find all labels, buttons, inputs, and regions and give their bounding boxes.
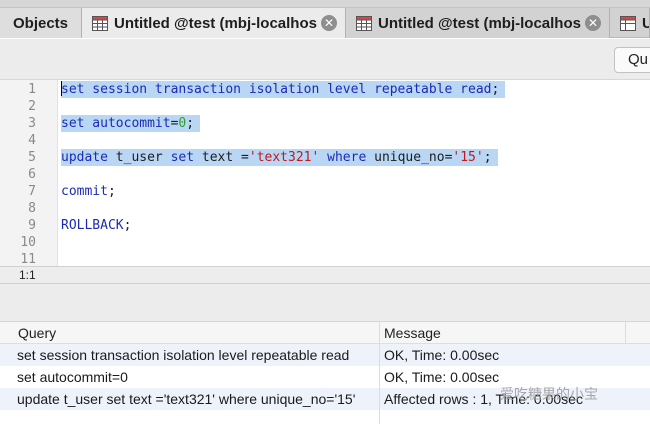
code-line[interactable]: 5 update t_user set text ='text321' where…: [0, 149, 650, 166]
query-cell: update t_user set text ='text321' where …: [17, 391, 356, 407]
code-token: update: [61, 150, 108, 165]
code-text: commit;: [61, 183, 122, 200]
query-cell: set autocommit=0: [17, 369, 128, 385]
code-token: t_user: [107, 150, 171, 165]
code-text: ROLLBACK;: [61, 217, 137, 234]
code-line[interactable]: 11: [0, 251, 650, 266]
tab-bar: Objects Untitled @test (mbj-localhos… ✕ …: [0, 8, 650, 38]
code-token: ;: [491, 82, 500, 97]
line-number: 4: [28, 133, 36, 148]
code-line[interactable]: 6: [0, 166, 650, 183]
code-token: unique_no=: [366, 150, 453, 165]
code-token: commit: [61, 184, 108, 199]
code-line[interactable]: 10: [0, 234, 650, 251]
line-number: 1: [28, 82, 36, 97]
tab-objects-label: Objects: [12, 14, 69, 32]
watermark: 爱吃糖果的小宝: [500, 386, 598, 402]
tab-query-2-label: Untitled @test (mbj-localhos…: [378, 14, 581, 32]
code-line[interactable]: 1 set session transaction isolation level…: [0, 81, 650, 98]
code-token: ;: [107, 184, 116, 199]
sql-editor[interactable]: 1 set session transaction isolation level…: [0, 80, 650, 266]
code-token: text =: [194, 150, 249, 165]
code-text: set autocommit=0;: [61, 115, 201, 132]
cursor-position: 1:1: [19, 268, 36, 282]
code-token: ;: [483, 150, 492, 165]
code-line[interactable]: 3 set autocommit=0;: [0, 115, 650, 132]
tab-query-3[interactable]: Ur: [610, 8, 650, 38]
line-number: 2: [28, 99, 36, 114]
query-cell: set session transaction isolation level …: [17, 347, 350, 363]
code-token: ;: [186, 116, 195, 131]
line-number: 6: [28, 167, 36, 182]
query-builder-button[interactable]: Qu: [614, 47, 650, 73]
table-icon: [620, 15, 636, 31]
code-line[interactable]: 2: [0, 98, 650, 115]
text-cursor: [61, 81, 62, 96]
table-icon: [356, 15, 372, 31]
line-number: 8: [28, 201, 36, 216]
code-token: ROLLBACK: [61, 218, 124, 233]
line-number: 11: [20, 252, 36, 266]
code-line[interactable]: 7 commit;: [0, 183, 650, 200]
code-token: where: [327, 150, 367, 165]
results-table: Query Message set session transaction is…: [0, 322, 650, 424]
line-number: 10: [20, 235, 36, 250]
tab-query-2[interactable]: Untitled @test (mbj-localhos… ✕: [346, 8, 610, 38]
code-token: '15': [452, 150, 484, 165]
code-line[interactable]: 9 ROLLBACK;: [0, 217, 650, 234]
column-header-query[interactable]: Query: [14, 322, 380, 344]
tab-query-1-label: Untitled @test (mbj-localhos…: [114, 14, 317, 32]
code-text: set session transaction isolation level …: [61, 81, 506, 98]
code-token: 'text321': [248, 150, 320, 165]
line-number: 7: [28, 184, 36, 199]
code-token: ;: [123, 218, 132, 233]
code-text: update t_user set text ='text321' where …: [61, 149, 498, 166]
line-number: 9: [28, 218, 36, 233]
close-icon[interactable]: ✕: [585, 15, 601, 31]
results-divider-area: [0, 284, 650, 322]
code-line[interactable]: 4: [0, 132, 650, 149]
message-cell: OK, Time: 0.00sec: [384, 347, 500, 363]
column-divider[interactable]: [379, 322, 380, 424]
code-token: set autocommit: [61, 116, 171, 131]
tab-query-3-label: Ur: [642, 15, 649, 32]
window-top-edge: [0, 0, 650, 8]
code-token: set: [170, 150, 195, 165]
line-number: 5: [28, 150, 36, 165]
code-line[interactable]: 8: [0, 200, 650, 217]
line-number: 3: [28, 116, 36, 131]
column-header-message[interactable]: Message: [380, 322, 626, 344]
close-icon[interactable]: ✕: [321, 15, 337, 31]
results-header: Query Message: [0, 322, 650, 344]
code-token: set session transaction isolation level …: [61, 82, 492, 97]
table-row[interactable]: set session transaction isolation level …: [0, 344, 650, 366]
tab-objects[interactable]: Objects: [0, 8, 82, 38]
editor-status-bar: 1:1: [0, 266, 650, 284]
toolbar: Qu: [0, 39, 650, 80]
tab-query-1[interactable]: Untitled @test (mbj-localhos… ✕: [82, 8, 346, 38]
table-icon: [92, 15, 108, 31]
